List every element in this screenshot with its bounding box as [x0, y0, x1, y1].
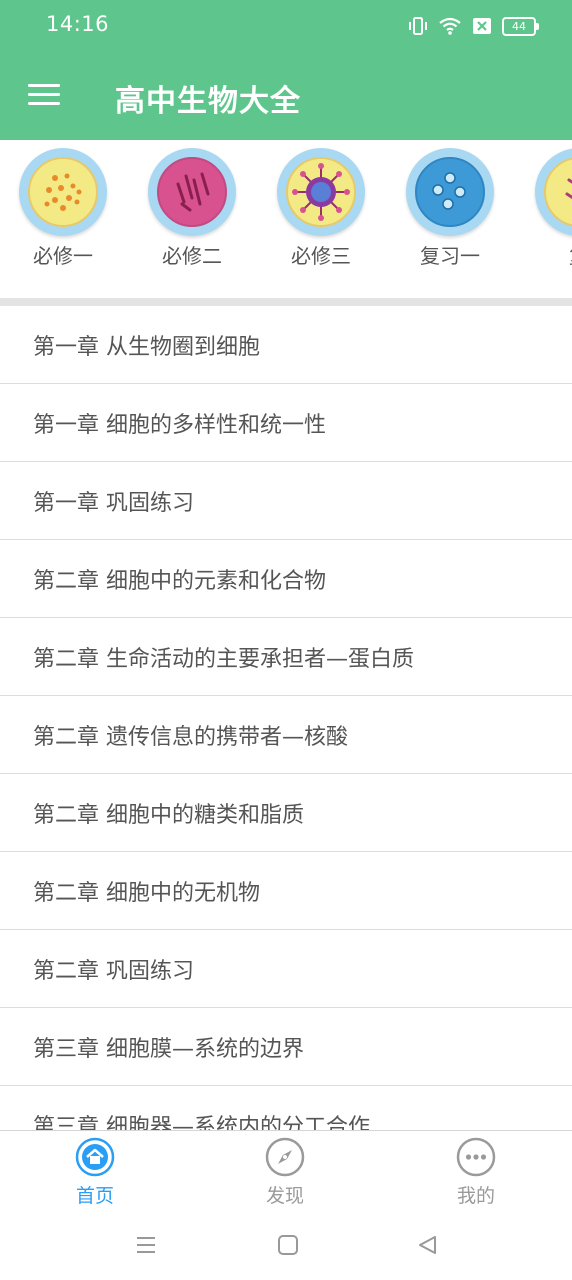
- nav-mine-label: 我的: [456, 1185, 495, 1207]
- category-item[interactable]: 复: [524, 148, 572, 269]
- virus-cell-icon: [277, 148, 365, 236]
- back-triangle-icon[interactable]: [416, 1234, 438, 1260]
- bottom-nav: 首页 发现 我的: [0, 1130, 572, 1219]
- recent-apps-icon[interactable]: [135, 1234, 157, 1260]
- status-icons: 44: [408, 12, 539, 40]
- nav-mine[interactable]: 我的: [421, 1137, 531, 1208]
- list-item[interactable]: 第二章 细胞中的糖类和脂质: [0, 774, 572, 852]
- hamburger-menu-icon[interactable]: [28, 80, 60, 110]
- system-nav: [0, 1218, 572, 1280]
- nav-discover-label: 发现: [265, 1185, 304, 1207]
- more-dots-icon: [421, 1137, 531, 1177]
- nav-discover[interactable]: 发现: [230, 1137, 340, 1208]
- category-item[interactable]: 必修二: [137, 148, 247, 269]
- category-strip[interactable]: 必修一 必修二 必修三 复习一: [0, 140, 572, 298]
- list-item[interactable]: 第一章 细胞的多样性和统一性: [0, 384, 572, 462]
- category-label: 必修一: [33, 244, 93, 268]
- home-icon: [40, 1137, 150, 1177]
- yellow-cell-icon: [19, 148, 107, 236]
- blue-cell-icon: [406, 148, 494, 236]
- sim-off-icon: [472, 17, 492, 35]
- list-item[interactable]: 第三章 细胞膜—系统的边界: [0, 1008, 572, 1086]
- category-item[interactable]: 必修三: [266, 148, 376, 269]
- category-label: 复: [524, 240, 572, 269]
- wifi-icon: [438, 16, 462, 36]
- home-square-icon[interactable]: [277, 1234, 299, 1260]
- list-item[interactable]: 第二章 巩固练习: [0, 930, 572, 1008]
- nav-home-label: 首页: [75, 1185, 114, 1207]
- list-item[interactable]: 第二章 细胞中的无机物: [0, 852, 572, 930]
- category-label: 复习一: [420, 244, 480, 268]
- category-item[interactable]: 复习一: [395, 148, 505, 269]
- battery-icon: 44: [502, 16, 539, 36]
- status-time: 14:16: [46, 12, 110, 36]
- list-item[interactable]: 第二章 细胞中的元素和化合物: [0, 540, 572, 618]
- list-item[interactable]: 第二章 遗传信息的携带者—核酸: [0, 696, 572, 774]
- app-title: 高中生物大全: [115, 84, 301, 119]
- list-item[interactable]: 第二章 生命活动的主要承担者—蛋白质: [0, 618, 572, 696]
- partial-cell-icon: [535, 148, 572, 236]
- app-header: 14:16 44 高中生物大全: [0, 0, 572, 140]
- chapter-list[interactable]: 第一章 从生物圈到细胞 第一章 细胞的多样性和统一性 第一章 巩固练习 第二章 …: [0, 306, 572, 1130]
- nav-home[interactable]: 首页: [40, 1137, 150, 1208]
- vibrate-icon: [408, 15, 428, 37]
- list-item[interactable]: 第一章 巩固练习: [0, 462, 572, 540]
- compass-icon: [230, 1137, 340, 1177]
- list-item[interactable]: 第一章 从生物圈到细胞: [0, 306, 572, 384]
- category-label: 必修二: [162, 244, 222, 268]
- category-item[interactable]: 必修一: [8, 148, 118, 269]
- pink-cell-icon: [148, 148, 236, 236]
- section-divider: [0, 298, 572, 306]
- list-item[interactable]: 第三章 细胞器—系统内的分工合作: [0, 1086, 572, 1131]
- category-label: 必修三: [291, 244, 351, 268]
